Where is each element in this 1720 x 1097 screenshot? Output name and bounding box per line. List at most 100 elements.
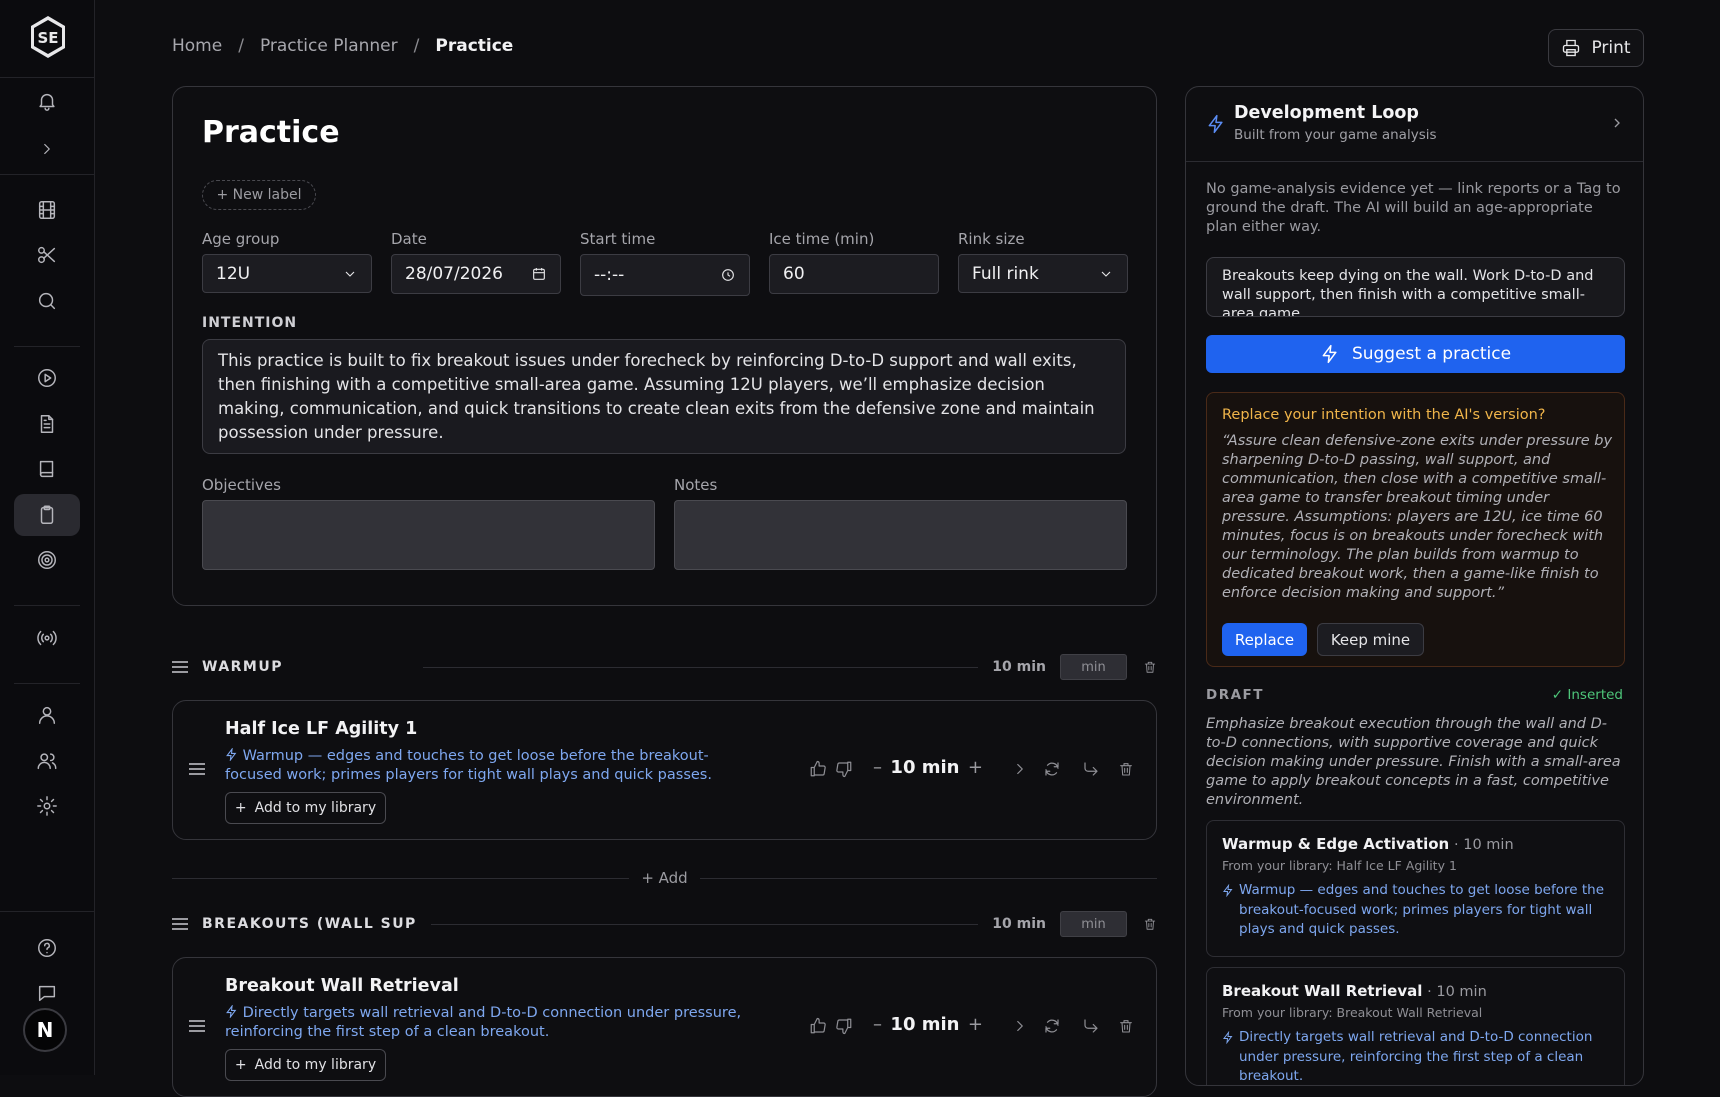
breadcrumb-separator: / [238,36,244,56]
search-icon[interactable] [14,280,80,322]
replace-question: Replace your intention with the AI's ver… [1222,407,1546,423]
print-button[interactable]: Print [1548,29,1644,67]
play-icon[interactable] [14,357,80,399]
drag-handle-icon[interactable] [172,661,188,673]
prompt-textarea[interactable]: Breakouts keep dying on the wall. Work D… [1206,257,1625,317]
app-logo[interactable]: SE [28,14,68,60]
add-to-library-button[interactable]: + Add to my library [225,792,386,824]
chevron-right-icon[interactable] [1011,1014,1029,1038]
target-icon[interactable] [14,539,80,581]
ai-intention-text: “Assure clean defensive-zone exits under… [1222,433,1613,601]
breadcrumb-home[interactable]: Home [172,36,222,56]
date-label: Date [391,230,427,248]
drag-handle-icon[interactable] [189,763,205,775]
users-icon[interactable] [14,740,80,782]
clock-icon[interactable] [720,267,736,283]
drag-handle-icon[interactable] [189,1020,205,1032]
section-divider [423,666,979,668]
development-loop-panel: Development Loop Built from your game an… [1185,86,1644,1086]
thumbs-up-icon[interactable] [809,1014,827,1038]
thumbs-down-icon[interactable] [835,757,853,781]
start-time-input[interactable]: --:-- [580,254,750,296]
expand-chevron-icon[interactable] [14,128,80,170]
rink-size-label: Rink size [958,230,1025,248]
draft-item-title: Breakout Wall Retrieval · 10 min [1222,982,1487,1000]
intention-textarea[interactable]: This practice is built to fix breakout i… [202,339,1126,454]
swap-icon[interactable] [1043,1014,1061,1038]
film-icon[interactable] [14,189,80,231]
gear-icon[interactable] [14,785,80,827]
section-minutes-input[interactable]: min [1060,911,1127,937]
chevron-right-icon[interactable] [1011,757,1029,781]
clipboard-icon[interactable] [14,494,80,536]
drill-card: Half Ice LF Agility 1 Warmup — edges and… [172,700,1157,840]
scissors-icon[interactable] [14,234,80,276]
svg-text:SE: SE [37,29,58,47]
objectives-label: Objectives [202,476,281,494]
draft-item-card[interactable]: Warmup & Edge Activation · 10 min From y… [1206,820,1625,957]
replace-button[interactable]: Replace [1222,623,1307,656]
bolt-icon [226,747,237,762]
trash-icon[interactable] [1118,1014,1134,1038]
drag-handle-icon[interactable] [172,918,188,930]
drill-title[interactable]: Half Ice LF Agility 1 [225,719,417,739]
section-title[interactable]: WARMUP [202,659,283,675]
plus-icon: + [234,800,247,816]
broadcast-icon[interactable] [14,617,80,659]
thumbs-up-icon[interactable] [809,757,827,781]
draft-item-card[interactable]: Breakout Wall Retrieval · 10 min From yo… [1206,967,1625,1085]
rink-size-select[interactable]: Full rink [958,254,1128,293]
trash-icon[interactable] [1143,916,1157,932]
keep-mine-button[interactable]: Keep mine [1317,623,1424,656]
increment-button[interactable]: + [968,757,983,778]
trash-icon[interactable] [1118,757,1134,781]
bell-icon[interactable] [14,80,80,122]
draft-item-source: From your library: Half Ice LF Agility 1 [1222,858,1457,873]
trash-icon[interactable] [1143,659,1157,675]
sidebar-divider [14,346,80,347]
move-icon[interactable] [1082,757,1100,781]
user-icon[interactable] [14,694,80,736]
duration-stepper[interactable]: – 10 min + [873,757,983,778]
bolt-icon [1208,114,1223,134]
document-icon[interactable] [14,403,80,445]
breadcrumb-separator: / [413,36,420,56]
add-section-button[interactable]: + Add [641,869,687,887]
objectives-textarea[interactable] [202,500,655,570]
move-icon[interactable] [1082,1014,1100,1038]
date-input[interactable]: 28/07/2026 [391,254,561,294]
section-minutes-input[interactable]: min [1060,654,1127,680]
decrement-button[interactable]: – [873,1014,882,1035]
thumbs-down-icon[interactable] [835,1014,853,1038]
section-title[interactable]: BREAKOUTS (WALL SUP [202,916,417,932]
date-value: 28/07/2026 [405,264,503,284]
start-time-value: --:-- [594,265,625,285]
drill-rationale: Warmup — edges and touches to get loose … [225,747,712,783]
section-header: BREAKOUTS (WALL SUP 10 min min [172,910,1157,938]
swap-icon[interactable] [1043,757,1061,781]
user-avatar[interactable]: N [23,1008,67,1052]
panel-header[interactable]: Development Loop Built from your game an… [1186,87,1643,162]
decrement-button[interactable]: – [873,757,882,778]
sidebar-divider [14,683,80,684]
increment-button[interactable]: + [968,1014,983,1035]
suggest-practice-button[interactable]: Suggest a practice [1206,335,1625,373]
ice-time-input[interactable]: 60 [769,254,939,294]
calendar-icon[interactable] [531,266,547,282]
age-group-select[interactable]: 12U [202,254,372,293]
help-icon[interactable] [14,927,80,969]
drill-title[interactable]: Breakout Wall Retrieval [225,976,459,996]
duration-stepper[interactable]: – 10 min + [873,1014,983,1035]
chevron-right-icon[interactable] [1609,115,1625,131]
add-to-library-button[interactable]: + Add to my library [225,1049,386,1081]
panel-title: Development Loop [1234,103,1419,123]
notes-textarea[interactable] [674,500,1127,570]
sidebar-divider [0,174,95,175]
rink-size-value: Full rink [972,263,1039,284]
breadcrumb-planner[interactable]: Practice Planner [260,36,398,56]
book-icon[interactable] [14,448,80,490]
new-label-button[interactable]: + New label [202,180,316,210]
evidence-note: No game-analysis evidence yet — link rep… [1206,181,1621,235]
breadcrumb-current: Practice [435,36,514,56]
draft-item-title: Warmup & Edge Activation · 10 min [1222,835,1514,853]
